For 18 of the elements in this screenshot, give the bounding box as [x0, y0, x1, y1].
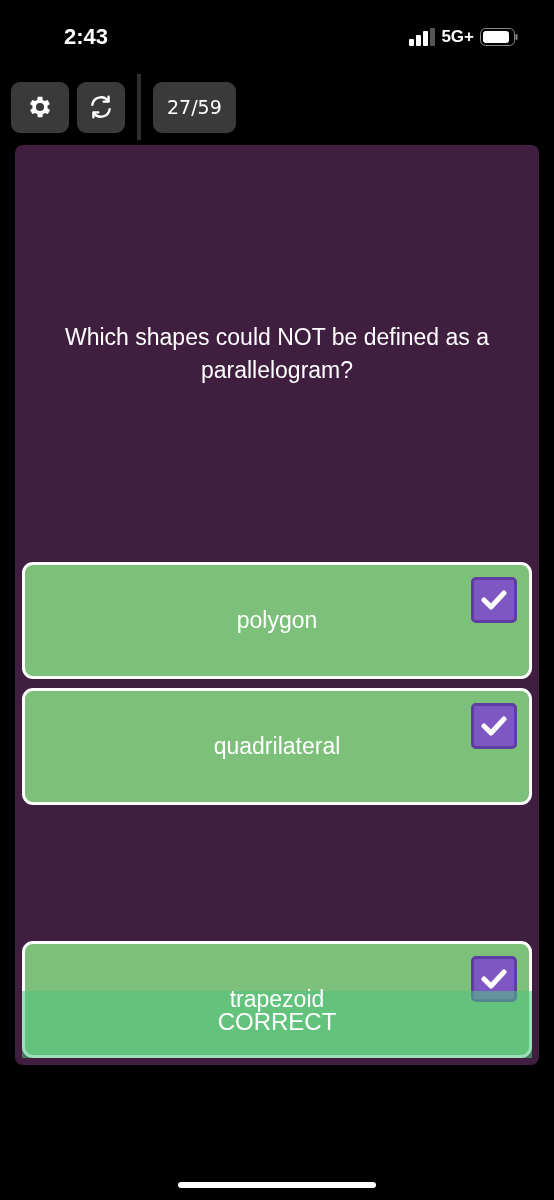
answer-option[interactable]: quadrilateral	[22, 688, 532, 805]
signal-icon	[409, 28, 436, 46]
network-label: 5G+	[441, 27, 474, 47]
question-text: Which shapes could NOT be defined as a parallelogram?	[63, 322, 490, 385]
status-time: 2:43	[64, 24, 109, 50]
question-counter[interactable]: 27/59	[153, 81, 236, 133]
checkmark-icon	[481, 968, 507, 990]
checkbox[interactable]	[471, 703, 517, 749]
checkmark-icon	[481, 715, 507, 737]
answer-option[interactable]: trapezoid CORRECT	[22, 941, 532, 1058]
checkbox[interactable]	[471, 577, 517, 623]
refresh-icon	[88, 94, 114, 120]
checkbox[interactable]	[471, 956, 517, 1002]
battery-icon	[480, 28, 518, 46]
settings-button[interactable]	[11, 81, 69, 133]
answer-option[interactable]: polygon	[22, 562, 532, 679]
checkmark-icon	[481, 589, 507, 611]
refresh-button[interactable]	[77, 81, 125, 133]
